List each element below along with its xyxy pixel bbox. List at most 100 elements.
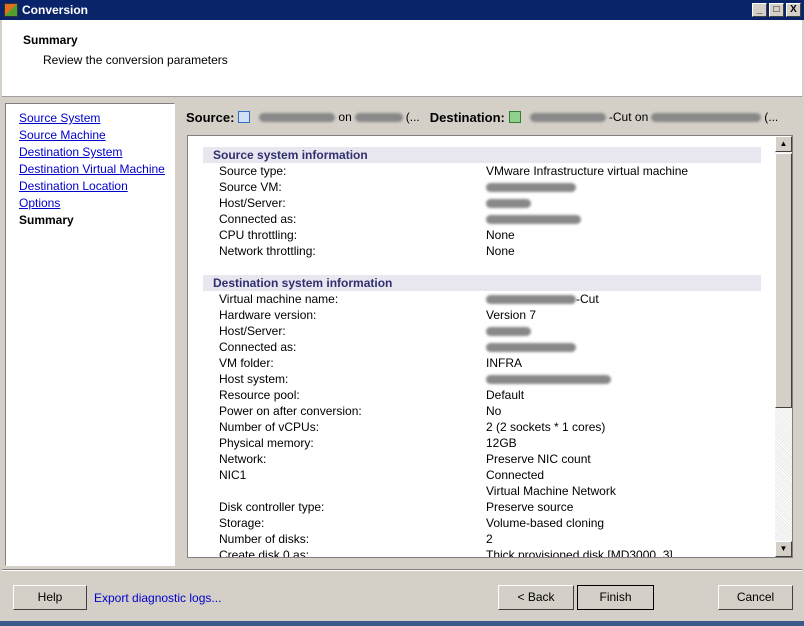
info-label: Create disk 0 as: (219, 548, 310, 557)
info-label: Number of disks: (219, 532, 310, 546)
divider (2, 569, 802, 571)
info-value: None (486, 244, 515, 258)
info-row: Virtual machine name: -Cut (188, 291, 775, 307)
info-label: Host/Server: (219, 324, 286, 338)
redacted-text (486, 375, 611, 385)
redacted-text (486, 295, 576, 305)
step-source-machine[interactable]: Source Machine (19, 128, 174, 145)
redacted-text (486, 215, 581, 225)
info-value: Thick provisioned disk [MD3000_3] (486, 548, 673, 557)
info-row: Physical memory: 12GB (188, 435, 775, 451)
minimize-button[interactable]: _ (752, 3, 767, 17)
info-value: VMware Infrastructure virtual machine (486, 164, 689, 178)
info-row: Virtual Machine Network (188, 483, 775, 499)
redacted-text (486, 343, 576, 353)
finish-button[interactable]: Finish (577, 585, 654, 610)
destination-section-header: Destination system information (203, 275, 761, 291)
info-label: Source VM: (219, 180, 282, 194)
page-title: Summary (23, 33, 78, 47)
taskbar-edge (0, 621, 804, 626)
cancel-button[interactable]: Cancel (718, 585, 793, 610)
info-label: Host system: (219, 372, 289, 386)
redacted-text (486, 199, 531, 209)
help-button[interactable]: Help (13, 585, 87, 610)
scroll-thumb[interactable] (775, 153, 792, 408)
info-row: Create disk 0 as: Thick provisioned disk … (188, 547, 775, 557)
ellipsis-text: (... (764, 110, 779, 124)
redacted-text (651, 112, 762, 122)
info-row: Host/Server: (188, 195, 775, 211)
info-row: Connected as: (188, 211, 775, 227)
step-source-system[interactable]: Source System (19, 111, 174, 128)
scroll-up-button[interactable]: ▲ (775, 136, 792, 152)
app-icon (4, 3, 18, 17)
info-row: CPU throttling: None (188, 227, 775, 243)
info-value: Version 7 (486, 308, 537, 322)
info-value: INFRA (486, 356, 522, 370)
info-label: Disk controller type: (219, 500, 325, 514)
info-label: Connected as: (219, 340, 297, 354)
info-label: Physical memory: (219, 436, 314, 450)
vertical-scrollbar[interactable]: ▲ ▼ (775, 136, 792, 557)
info-value: Volume-based cloning (486, 516, 605, 530)
info-row: Network: Preserve NIC count (188, 451, 775, 467)
step-options[interactable]: Options (19, 196, 174, 213)
title-bar: Conversion _ □ X (0, 0, 804, 20)
info-value: Virtual Machine Network (486, 484, 616, 498)
source-section-header: Source system information (203, 147, 761, 163)
info-row: Network throttling: None (188, 243, 775, 259)
info-label: Resource pool: (219, 388, 300, 402)
info-label: Source type: (219, 164, 287, 178)
info-row: NIC1 Connected (188, 467, 775, 483)
source-destination-bar: Source: on (... Destination: -Cut on (..… (186, 108, 796, 126)
scroll-down-button[interactable]: ▼ (775, 541, 792, 557)
info-value: None (486, 228, 515, 242)
info-row: Source VM: (188, 179, 775, 195)
wizard-steps: Source System Source Machine Destination… (5, 103, 175, 566)
summary-panel: Source system information Source type: VM… (187, 135, 793, 558)
info-row: Resource pool: Default (188, 387, 775, 403)
step-destination-system[interactable]: Destination System (19, 145, 174, 162)
info-label: Storage: (219, 516, 265, 530)
redacted-text (354, 112, 403, 122)
step-destination-vm[interactable]: Destination Virtual Machine (19, 162, 174, 179)
info-label: Power on after conversion: (219, 404, 362, 418)
info-value: No (486, 404, 502, 418)
info-label: Network throttling: (219, 244, 316, 258)
info-row: Number of disks: 2 (188, 531, 775, 547)
destination-label: Destination: (429, 109, 505, 125)
page-subtitle: Review the conversion parameters (43, 53, 228, 67)
info-row: Connected as: (188, 339, 775, 355)
info-row: Number of vCPUs: 2 (2 sockets * 1 cores) (188, 419, 775, 435)
redacted-text (259, 112, 336, 122)
export-logs-link[interactable]: Export diagnostic logs... (94, 591, 221, 605)
info-value: 2 (486, 532, 493, 546)
redacted-text (529, 112, 606, 122)
info-row: Host/Server: (188, 323, 775, 339)
source-label: Source: (186, 109, 235, 125)
info-label: NIC1 (219, 468, 247, 482)
info-label: Network: (219, 452, 267, 466)
info-label: CPU throttling: (219, 228, 298, 242)
info-row: Source type: VMware Infrastructure virtua… (188, 163, 775, 179)
info-row: Hardware version: Version 7 (188, 307, 775, 323)
step-destination-location[interactable]: Destination Location (19, 179, 174, 196)
info-label: Connected as: (219, 212, 297, 226)
info-value: Preserve source (486, 500, 574, 514)
redacted-text (486, 327, 531, 337)
info-row: Disk controller type: Preserve source (188, 499, 775, 515)
info-label: Virtual machine name: (219, 292, 339, 306)
info-value: 12GB (486, 436, 517, 450)
info-value: Connected (486, 468, 545, 482)
close-button[interactable]: X (786, 3, 801, 17)
info-value: 2 (2 sockets * 1 cores) (486, 420, 606, 434)
back-button[interactable]: < Back (498, 585, 574, 610)
info-label: Hardware version: (219, 308, 317, 322)
maximize-button[interactable]: □ (769, 3, 784, 17)
info-label: VM folder: (219, 356, 274, 370)
info-row: VM folder: INFRA (188, 355, 775, 371)
vm-icon (238, 111, 251, 123)
vm-convert-icon (508, 111, 521, 123)
info-value: Default (486, 388, 525, 402)
info-label: Host/Server: (219, 196, 286, 210)
